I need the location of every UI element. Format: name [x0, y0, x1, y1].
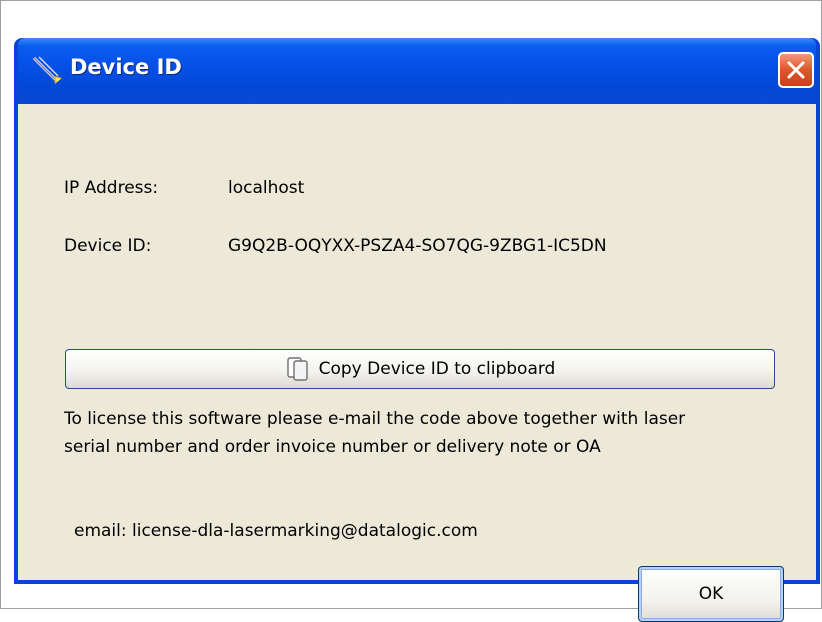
license-message-line2: serial number and order invoice number o…: [64, 437, 601, 457]
ok-button-label: OK: [698, 584, 724, 604]
license-message-line1: To license this software please e-mail t…: [64, 409, 686, 429]
device-id-label: Device ID:: [64, 236, 152, 256]
email-text: email: license-dla-lasermarking@datalogi…: [74, 521, 478, 541]
device-id-dialog: Device ID IP Address: localhost Device I…: [14, 38, 820, 622]
titlebar[interactable]: Device ID: [18, 38, 816, 104]
laser-app-icon: [32, 56, 62, 84]
dialog-body: IP Address: localhost Device ID: G9Q2B-O…: [18, 104, 816, 622]
ip-address-label: IP Address:: [64, 178, 159, 198]
clipboard-icon: [286, 357, 308, 381]
close-button[interactable]: [778, 52, 814, 88]
copy-device-id-button[interactable]: Copy Device ID to clipboard: [65, 349, 775, 389]
close-icon: [787, 61, 805, 79]
window-title: Device ID: [70, 55, 182, 79]
ip-address-value: localhost: [228, 178, 305, 198]
device-id-value: G9Q2B-OQYXX-PSZA4-SO7QG-9ZBG1-IC5DN: [228, 236, 607, 256]
copy-button-label: Copy Device ID to clipboard: [318, 359, 556, 379]
ok-button[interactable]: OK: [638, 566, 784, 622]
